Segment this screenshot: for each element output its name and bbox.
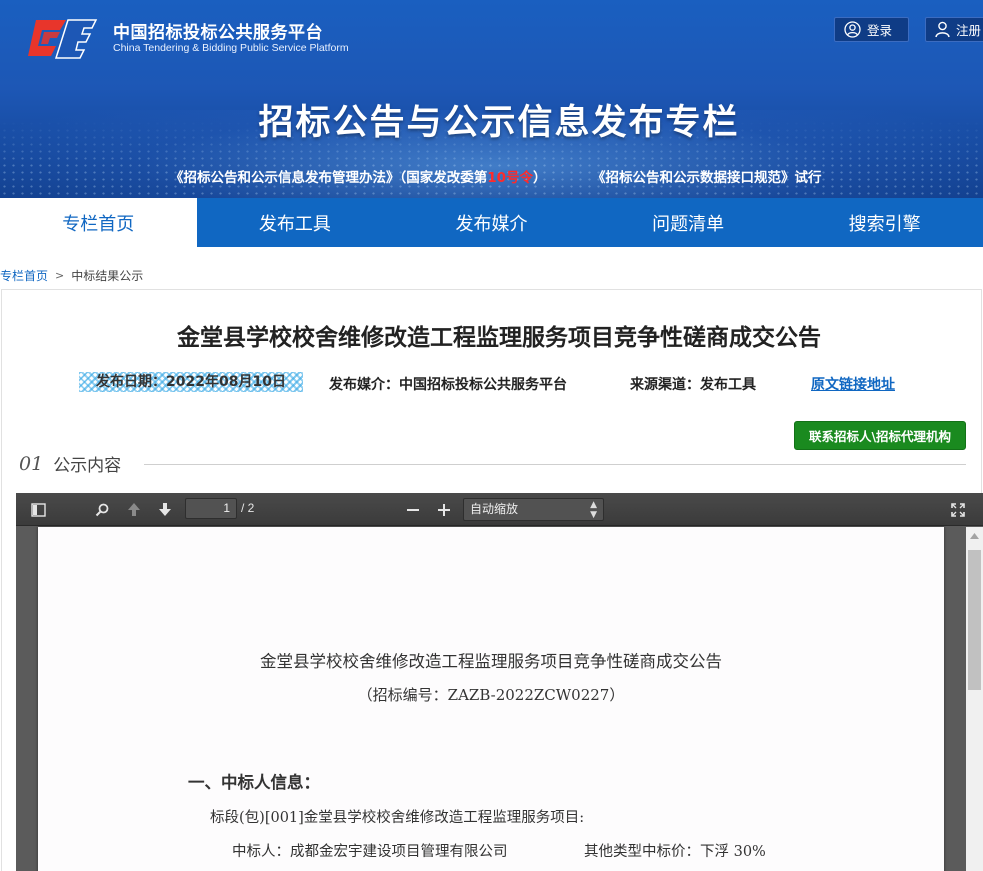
- sidebar-icon: [30, 502, 46, 517]
- pdf-document-title: 金堂县学校校舍维修改造工程监理服务项目竞争性磋商成交公告: [260, 652, 722, 671]
- sidebar-toggle-button[interactable]: [28, 493, 48, 526]
- nav-item-faq[interactable]: 问题清单: [590, 198, 787, 247]
- login-button[interactable]: 登录: [834, 17, 909, 42]
- regulation-1-highlight: 10号令: [487, 170, 534, 186]
- publish-media: 发布媒介：中国招标投标公共服务平台: [329, 377, 567, 393]
- register-button[interactable]: 注册: [925, 17, 983, 42]
- site-name-cn[interactable]: 中国招标投标公共服务平台: [113, 18, 323, 43]
- main-nav: 专栏首页 发布工具 发布媒介 问题清单 搜索引擎: [0, 198, 983, 247]
- contact-tenderer-button[interactable]: 联系招标人\招标代理机构: [794, 421, 966, 450]
- page-number-input[interactable]: 1: [185, 498, 237, 519]
- arrow-down-icon: [159, 503, 171, 516]
- triangle-up-icon: [970, 532, 979, 539]
- breadcrumb-separator: >: [55, 269, 65, 282]
- nav-item-home[interactable]: 专栏首页: [0, 198, 197, 247]
- pdf-scrollbar[interactable]: [966, 527, 983, 871]
- login-label: 登录: [867, 23, 893, 38]
- pdf-page: 金堂县学校校舍维修改造工程监理服务项目竞争性磋商成交公告 （招标编号：ZAZB-…: [38, 527, 944, 871]
- nav-item-search-engine[interactable]: 搜索引擎: [786, 198, 983, 247]
- site-name-en[interactable]: China Tendering & Bidding Public Service…: [113, 42, 349, 54]
- pdf-winner: 中标人：成都金宏宇建设项目管理有限公司: [232, 844, 508, 860]
- regulation-link-2[interactable]: 《招标公告和公示数据接口规范》试行: [592, 166, 822, 186]
- find-button[interactable]: [92, 493, 112, 526]
- section-header: 01 公示内容: [19, 451, 122, 477]
- breadcrumb: 专栏首页 > 中标结果公示: [0, 267, 143, 284]
- scrollbar-thumb[interactable]: [968, 550, 981, 690]
- fullscreen-button[interactable]: [948, 493, 968, 526]
- zoom-select[interactable]: 自动缩放 ▲ ▼: [463, 498, 604, 521]
- page-count: / 2: [241, 501, 255, 515]
- breadcrumb-current: 中标结果公示: [71, 269, 144, 283]
- pdf-heading-winner-info: 一、中标人信息：: [188, 773, 320, 792]
- pdf-tender-code: （招标编号：ZAZB-2022ZCW0227）: [357, 686, 625, 704]
- nav-item-publish-media[interactable]: 发布媒介: [393, 198, 590, 247]
- pdf-winning-price: 其他类型中标价：下浮 30%: [584, 844, 766, 860]
- regulation-1-prefix: 《招标公告和公示信息发布管理办法》（国家发改委第: [170, 170, 488, 186]
- zoom-in-button[interactable]: [434, 493, 454, 526]
- nav-item-publish-tools[interactable]: 发布工具: [197, 198, 394, 247]
- platform-logo-icon[interactable]: [26, 16, 98, 60]
- pdf-viewer: 1 / 2 自动缩放 ▲ ▼ 金堂县学校校舍维修改造工程监理服务项目竞争性磋商成…: [16, 493, 983, 871]
- header-banner: 中国招标投标公共服务平台 China Tendering & Bidding P…: [0, 0, 983, 198]
- zoom-out-button[interactable]: [403, 493, 423, 526]
- section-divider: [144, 464, 966, 465]
- fullscreen-icon: [951, 502, 965, 517]
- zoom-value: 自动缩放: [470, 502, 519, 516]
- select-arrows-icon: ▲ ▼: [590, 500, 597, 520]
- pdf-toolbar: 1 / 2 自动缩放 ▲ ▼: [16, 493, 983, 526]
- section-label: 公示内容: [53, 456, 122, 476]
- publish-date: 发布日期：2022年08月10日: [79, 372, 303, 392]
- source-channel: 来源渠道：发布工具: [630, 377, 756, 393]
- search-icon: [95, 503, 109, 516]
- regulation-1-suffix: ）: [533, 170, 547, 186]
- section-number: 01: [19, 452, 44, 475]
- notice-title: 金堂县学校校舍维修改造工程监理服务项目竞争性磋商成交公告: [177, 325, 821, 351]
- arrow-up-icon: [128, 503, 140, 516]
- banner-title: 招标公告与公示信息发布专栏: [258, 103, 740, 143]
- original-link[interactable]: 原文链接地址: [811, 374, 895, 394]
- scroll-up-button[interactable]: [966, 527, 983, 544]
- minus-icon: [407, 508, 419, 511]
- register-label: 注册: [956, 23, 982, 38]
- pdf-lot-line: 标段(包)[001]金堂县学校校舍维修改造工程监理服务项目:: [210, 810, 585, 826]
- previous-page-button[interactable]: [124, 493, 144, 526]
- user-icon: [935, 21, 950, 38]
- user-circle-icon: [844, 21, 861, 38]
- breadcrumb-home-link[interactable]: 专栏首页: [0, 267, 48, 284]
- plus-icon: [438, 503, 450, 516]
- next-page-button[interactable]: [155, 493, 175, 526]
- regulation-link-1[interactable]: 《招标公告和公示信息发布管理办法》（国家发改委第10号令）: [170, 166, 547, 186]
